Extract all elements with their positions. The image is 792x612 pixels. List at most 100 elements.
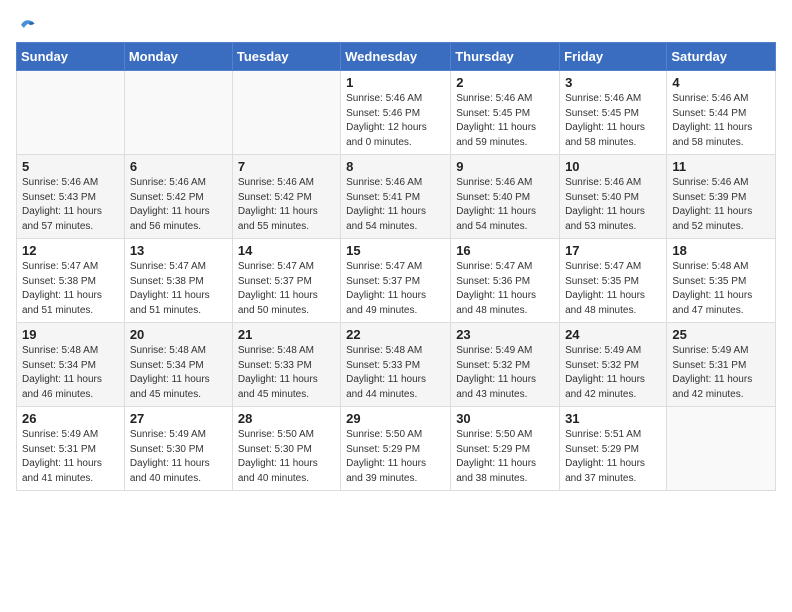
calendar-cell: 6 Sunrise: 5:46 AM Sunset: 5:42 PM Daylig… [124,155,232,239]
day-info: Sunrise: 5:49 AM Sunset: 5:31 PM Dayligh… [672,344,770,402]
calendar-cell: 3 Sunrise: 5:46 AM Sunset: 5:45 PM Daylig… [560,71,667,155]
day-info: Sunrise: 5:46 AM Sunset: 5:45 PM Dayligh… [456,92,554,150]
day-info: Sunrise: 5:46 AM Sunset: 5:42 PM Dayligh… [130,176,227,234]
day-info: Sunrise: 5:48 AM Sunset: 5:33 PM Dayligh… [238,344,335,402]
calendar-day-header: Monday [124,43,232,71]
day-info: Sunrise: 5:51 AM Sunset: 5:29 PM Dayligh… [565,428,661,486]
day-number: 11 [672,159,770,174]
calendar-week-row: 1 Sunrise: 5:46 AM Sunset: 5:46 PM Daylig… [17,71,776,155]
page-container: SundayMondayTuesdayWednesdayThursdayFrid… [0,0,792,499]
day-info: Sunrise: 5:48 AM Sunset: 5:34 PM Dayligh… [130,344,227,402]
day-number: 18 [672,243,770,258]
day-info: Sunrise: 5:47 AM Sunset: 5:36 PM Dayligh… [456,260,554,318]
calendar-day-header: Sunday [17,43,125,71]
calendar-cell: 16Sunrise: 5:47 AM Sunset: 5:36 PM Dayli… [451,239,560,323]
day-number: 20 [130,327,227,342]
day-number: 23 [456,327,554,342]
day-number: 28 [238,411,335,426]
day-number: 9 [456,159,554,174]
calendar-cell: 2Sunrise: 5:46 AM Sunset: 5:45 PM Daylig… [451,71,560,155]
day-info: Sunrise: 5:46 AM Sunset: 5:39 PM Dayligh… [672,176,770,234]
day-info: Sunrise: 5:46 AM Sunset: 5:44 PM Dayligh… [672,92,770,150]
day-info: Sunrise: 5:47 AM Sunset: 5:37 PM Dayligh… [346,260,445,318]
day-number: 3 [565,75,661,90]
calendar-cell: 1 Sunrise: 5:46 AM Sunset: 5:46 PM Daylig… [341,71,451,155]
calendar-cell: 18 Sunrise: 5:48 AM Sunset: 5:35 PM Dayli… [667,239,776,323]
calendar-cell: 5Sunrise: 5:46 AM Sunset: 5:43 PM Daylig… [17,155,125,239]
calendar-cell: 29Sunrise: 5:50 AM Sunset: 5:29 PM Dayli… [341,407,451,491]
calendar-cell: 14 Sunrise: 5:47 AM Sunset: 5:37 PM Dayli… [232,239,340,323]
day-info: Sunrise: 5:49 AM Sunset: 5:30 PM Dayligh… [130,428,227,486]
calendar-cell: 10 Sunrise: 5:46 AM Sunset: 5:40 PM Dayli… [560,155,667,239]
day-number: 17 [565,243,661,258]
calendar-cell: 30 Sunrise: 5:50 AM Sunset: 5:29 PM Dayli… [451,407,560,491]
day-info: Sunrise: 5:47 AM Sunset: 5:38 PM Dayligh… [22,260,119,318]
calendar-cell: 20 Sunrise: 5:48 AM Sunset: 5:34 PM Dayli… [124,323,232,407]
logo [16,16,36,34]
day-info: Sunrise: 5:46 AM Sunset: 5:40 PM Dayligh… [565,176,661,234]
calendar-cell: 21Sunrise: 5:48 AM Sunset: 5:33 PM Dayli… [232,323,340,407]
calendar-cell: 24 Sunrise: 5:49 AM Sunset: 5:32 PM Dayli… [560,323,667,407]
day-number: 6 [130,159,227,174]
calendar-week-row: 19 Sunrise: 5:48 AM Sunset: 5:34 PM Dayli… [17,323,776,407]
calendar-week-row: 12 Sunrise: 5:47 AM Sunset: 5:38 PM Dayli… [17,239,776,323]
calendar-cell: 22 Sunrise: 5:48 AM Sunset: 5:33 PM Dayli… [341,323,451,407]
day-info: Sunrise: 5:47 AM Sunset: 5:37 PM Dayligh… [238,260,335,318]
calendar-day-header: Thursday [451,43,560,71]
day-number: 30 [456,411,554,426]
calendar-cell [232,71,340,155]
day-info: Sunrise: 5:50 AM Sunset: 5:30 PM Dayligh… [238,428,335,486]
calendar-cell [17,71,125,155]
day-number: 5 [22,159,119,174]
calendar-cell: 26Sunrise: 5:49 AM Sunset: 5:31 PM Dayli… [17,407,125,491]
calendar-cell: 25 Sunrise: 5:49 AM Sunset: 5:31 PM Dayli… [667,323,776,407]
calendar-cell: 12 Sunrise: 5:47 AM Sunset: 5:38 PM Dayli… [17,239,125,323]
day-info: Sunrise: 5:50 AM Sunset: 5:29 PM Dayligh… [346,428,445,486]
day-number: 4 [672,75,770,90]
calendar-cell: 31 Sunrise: 5:51 AM Sunset: 5:29 PM Dayli… [560,407,667,491]
calendar-cell: 8 Sunrise: 5:46 AM Sunset: 5:41 PM Daylig… [341,155,451,239]
day-info: Sunrise: 5:46 AM Sunset: 5:41 PM Dayligh… [346,176,445,234]
day-info: Sunrise: 5:46 AM Sunset: 5:46 PM Dayligh… [346,92,445,150]
day-number: 27 [130,411,227,426]
day-info: Sunrise: 5:48 AM Sunset: 5:35 PM Dayligh… [672,260,770,318]
day-number: 1 [346,75,445,90]
calendar-cell: 11 Sunrise: 5:46 AM Sunset: 5:39 PM Dayli… [667,155,776,239]
logo-bird-icon [18,16,36,34]
calendar-week-row: 5Sunrise: 5:46 AM Sunset: 5:43 PM Daylig… [17,155,776,239]
day-number: 24 [565,327,661,342]
day-info: Sunrise: 5:47 AM Sunset: 5:35 PM Dayligh… [565,260,661,318]
day-info: Sunrise: 5:49 AM Sunset: 5:32 PM Dayligh… [565,344,661,402]
day-info: Sunrise: 5:48 AM Sunset: 5:33 PM Dayligh… [346,344,445,402]
day-info: Sunrise: 5:46 AM Sunset: 5:45 PM Dayligh… [565,92,661,150]
calendar-cell: 23 Sunrise: 5:49 AM Sunset: 5:32 PM Dayli… [451,323,560,407]
day-number: 31 [565,411,661,426]
page-header [16,16,776,34]
calendar-cell: 28 Sunrise: 5:50 AM Sunset: 5:30 PM Dayli… [232,407,340,491]
day-number: 12 [22,243,119,258]
calendar-cell: 17 Sunrise: 5:47 AM Sunset: 5:35 PM Dayli… [560,239,667,323]
calendar-cell: 15Sunrise: 5:47 AM Sunset: 5:37 PM Dayli… [341,239,451,323]
calendar-day-header: Wednesday [341,43,451,71]
day-info: Sunrise: 5:46 AM Sunset: 5:42 PM Dayligh… [238,176,335,234]
day-number: 25 [672,327,770,342]
day-info: Sunrise: 5:46 AM Sunset: 5:40 PM Dayligh… [456,176,554,234]
calendar-day-header: Saturday [667,43,776,71]
day-info: Sunrise: 5:47 AM Sunset: 5:38 PM Dayligh… [130,260,227,318]
calendar-cell: 9 Sunrise: 5:46 AM Sunset: 5:40 PM Daylig… [451,155,560,239]
day-info: Sunrise: 5:50 AM Sunset: 5:29 PM Dayligh… [456,428,554,486]
day-number: 19 [22,327,119,342]
calendar-cell: 13 Sunrise: 5:47 AM Sunset: 5:38 PM Dayli… [124,239,232,323]
day-number: 14 [238,243,335,258]
day-number: 8 [346,159,445,174]
calendar-header-row: SundayMondayTuesdayWednesdayThursdayFrid… [17,43,776,71]
calendar-cell: 19Sunrise: 5:48 AM Sunset: 5:34 PM Dayli… [17,323,125,407]
day-number: 10 [565,159,661,174]
day-info: Sunrise: 5:49 AM Sunset: 5:32 PM Dayligh… [456,344,554,402]
day-number: 26 [22,411,119,426]
calendar-day-header: Tuesday [232,43,340,71]
calendar-cell [667,407,776,491]
day-number: 13 [130,243,227,258]
calendar-table: SundayMondayTuesdayWednesdayThursdayFrid… [16,42,776,491]
day-number: 22 [346,327,445,342]
